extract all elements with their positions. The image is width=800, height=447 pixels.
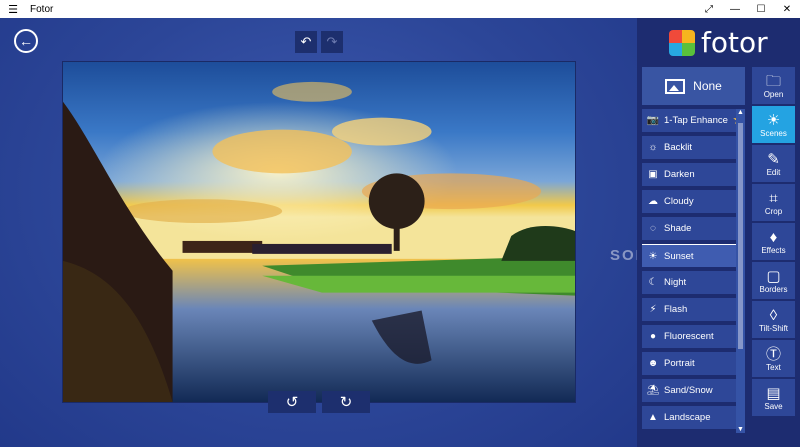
tool-tilt-shift-button[interactable]: ◊ Tilt-Shift	[752, 301, 795, 338]
logo-mark-icon	[669, 29, 695, 56]
scene-night-icon: ☾	[648, 277, 658, 288]
scene-scrollbar[interactable]: ▲ ▼	[736, 109, 745, 433]
tool-borders-button[interactable]: ▢ Borders	[752, 262, 795, 299]
tool-crop-button[interactable]: ⌗ Crop	[752, 184, 795, 221]
scene-label: 1-Tap Enhance	[664, 115, 728, 126]
close-button[interactable]: ✕	[774, 0, 800, 18]
crop-icon: ⌗	[769, 189, 778, 207]
fotor-logo: fotor	[669, 26, 768, 59]
tool-open-button[interactable]: 🗀 Open	[752, 67, 795, 104]
tool-label: Borders	[759, 284, 788, 294]
scene-label: Fluorescent	[664, 331, 714, 342]
none-label: None	[693, 79, 722, 93]
tool-label: Tilt-Shift	[758, 323, 789, 333]
scene-1-tap-enhance-icon: 📷	[646, 115, 660, 126]
scene-label: Backlit	[664, 142, 692, 153]
editor-canvas: ← ↶ ↷ ↺ ↻	[0, 18, 637, 447]
scenes-icon: ☀	[766, 111, 781, 129]
scene-item-night[interactable]: ☾ Night	[642, 271, 736, 294]
scene-label: Night	[664, 277, 687, 288]
tool-label: Edit	[766, 167, 781, 177]
image-icon	[665, 78, 686, 94]
scene-cloudy-icon: ☁	[648, 196, 658, 207]
scene-label: Portrait	[664, 358, 695, 369]
photo-preview[interactable]	[62, 61, 576, 403]
rotate-right-icon: ↻	[339, 394, 353, 411]
tool-save-button[interactable]: ▤ Save	[752, 379, 795, 416]
tool-label: Crop	[764, 206, 783, 216]
scene-item-darken[interactable]: ▣ Darken	[642, 163, 736, 186]
rotate-right-button[interactable]: ↻	[322, 391, 370, 413]
rotate-controls: ↺ ↻	[268, 391, 370, 413]
redo-button[interactable]: ↷	[321, 31, 343, 53]
scene-item-fluorescent[interactable]: ● Fluorescent	[642, 325, 736, 348]
tool-label: Scenes	[760, 128, 787, 138]
fullscreen-button[interactable]: ⤢	[696, 0, 722, 18]
scene-item-flash[interactable]: ⚡ Flash	[642, 298, 736, 321]
scene-darken-icon: ▣	[648, 169, 658, 180]
effects-icon: ♦	[769, 228, 778, 246]
maximize-button[interactable]: ☐	[748, 0, 774, 18]
scene-sunset-icon: ☀	[648, 250, 658, 262]
brand-name: fotor	[701, 26, 768, 59]
scene-label: Landscape	[664, 412, 711, 423]
scroll-down-icon[interactable]: ▼	[736, 426, 745, 433]
edit-icon: ✎	[767, 150, 780, 168]
scene-portrait-icon: ☻	[647, 358, 659, 369]
open-icon: 🗀	[765, 72, 781, 90]
scene-flash-icon: ⚡	[649, 304, 657, 315]
back-arrow-icon: ←	[19, 33, 33, 49]
tool-scenes-button[interactable]: ☀ Scenes	[752, 106, 795, 143]
scene-shade-icon: ◌	[650, 223, 656, 234]
window-title: Fotor	[30, 3, 54, 15]
tool-label: Save	[764, 401, 783, 411]
tool-list: 🗀 Open ☀ Scenes ✎ Edit ⌗ Crop ♦ Effects ▢ Borders ◊ T…	[752, 67, 795, 418]
scene-item-backlit[interactable]: ☼ Backlit	[642, 136, 736, 159]
landscape-photo	[63, 62, 575, 402]
redo-icon: ↷	[326, 34, 338, 49]
scene-label: Sand/Snow	[664, 385, 713, 396]
scene-list: 📷1-Tap Enhance★☼Backlit▣Darken☁Cloudy◌Sh…	[642, 109, 744, 433]
tool-label: Open	[763, 89, 784, 99]
tool-effects-button[interactable]: ♦ Effects	[752, 223, 795, 260]
scene-landscape-icon: ▲	[648, 412, 658, 423]
scene-item-sand-snow[interactable]: ⛱ Sand/Snow	[642, 379, 736, 402]
hamburger-icon[interactable]: ☰	[0, 0, 26, 18]
scene-label: Flash	[664, 304, 688, 315]
scene-label: Cloudy	[664, 196, 694, 207]
scene-label: Shade	[664, 223, 692, 234]
scene-item-shade[interactable]: ◌ Shade	[642, 217, 736, 240]
undo-button[interactable]: ↶	[295, 31, 317, 53]
side-panel: fotor None 📷1-Tap Enhance★☼Backlit▣Darke…	[637, 18, 800, 447]
borders-icon: ▢	[766, 267, 781, 285]
save-icon: ▤	[766, 384, 781, 402]
tool-text-button[interactable]: Ⓣ Text	[752, 340, 795, 377]
scroll-thumb[interactable]	[738, 123, 743, 349]
undo-redo-group: ↶ ↷	[295, 31, 343, 53]
back-button[interactable]: ←	[14, 29, 38, 53]
scene-fluorescent-icon: ●	[649, 331, 657, 342]
scene-item-portrait[interactable]: ☻ Portrait	[642, 352, 736, 375]
scene-item-1-tap-enhance[interactable]: 📷1-Tap Enhance★	[642, 109, 744, 132]
scene-label: Darken	[664, 169, 695, 180]
scene-backlit-icon: ☼	[648, 142, 658, 153]
text-icon: Ⓣ	[765, 345, 781, 363]
scene-item-landscape[interactable]: ▲ Landscape	[642, 406, 736, 429]
scene-item-sunset[interactable]: ☀ Sunset	[642, 244, 736, 267]
tilt-shift-icon: ◊	[769, 306, 778, 324]
title-bar: ☰ Fotor ⤢ — ☐ ✕	[0, 0, 800, 18]
tool-edit-button[interactable]: ✎ Edit	[752, 145, 795, 182]
scene-item-cloudy[interactable]: ☁ Cloudy	[642, 190, 736, 213]
minimize-button[interactable]: —	[722, 0, 748, 18]
scene-label: Sunset	[664, 250, 694, 262]
none-button[interactable]: None	[642, 67, 745, 105]
tool-label: Text	[766, 362, 781, 372]
rotate-left-button[interactable]: ↺	[268, 391, 316, 413]
scene-sand-snow-icon: ⛱	[646, 385, 660, 396]
rotate-left-icon: ↺	[285, 394, 299, 411]
undo-icon: ↶	[300, 34, 312, 49]
scroll-up-icon[interactable]: ▲	[736, 109, 745, 116]
tool-label: Effects	[761, 245, 786, 255]
